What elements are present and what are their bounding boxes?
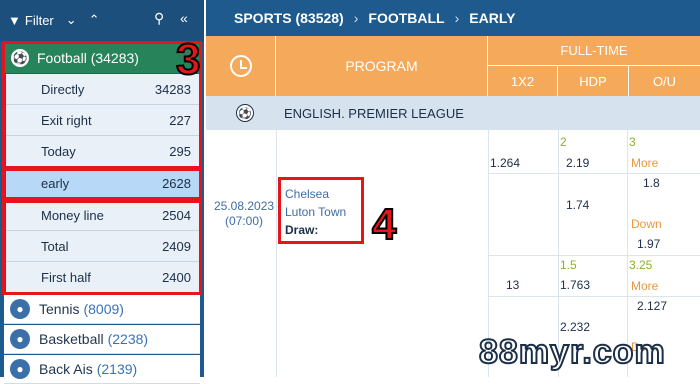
- grid-line: [488, 296, 700, 297]
- breadcrumb-separator: ›: [353, 10, 359, 26]
- filter-button[interactable]: ▼ Filter ⌄ ⌃: [8, 12, 100, 28]
- sidebar-sport-basketball[interactable]: ● Basketball (2238): [4, 325, 200, 354]
- league-row[interactable]: ⚽ ENGLISH. PREMIER LEAGUE: [206, 96, 700, 130]
- program-column-header: PROGRAM: [276, 36, 488, 96]
- filter-icon: ▼: [8, 12, 21, 28]
- breadcrumb-football[interactable]: FOOTBALL: [368, 10, 444, 26]
- breadcrumb-sports[interactable]: SPORTS (83528): [234, 10, 344, 26]
- chevron-down-icon[interactable]: ⌄: [66, 12, 77, 28]
- highlight-box-match: [278, 177, 364, 244]
- watermark: 88myr.com: [478, 332, 666, 372]
- grid-line: [488, 173, 700, 174]
- sidebar: ▼ Filter ⌄ ⌃ ⚲ « ⚽ Football (34283) Dire…: [0, 0, 204, 384]
- sport-label: Back Ais: [39, 361, 93, 377]
- annotation-number-4: 4: [371, 200, 398, 249]
- collapse-icon[interactable]: «: [180, 10, 188, 26]
- odd-ou[interactable]: 2.127: [637, 299, 667, 313]
- highlight-box-early: [2, 168, 202, 200]
- clock-icon: [229, 55, 252, 77]
- ou-label: More: [631, 156, 659, 170]
- odd-hdp[interactable]: 1.74: [566, 198, 589, 212]
- sidebar-sport-back-ais[interactable]: ● Back Ais (2139): [4, 355, 200, 384]
- odds-table-header: PROGRAM FULL-TIME 1X2 HDP O/U: [206, 36, 700, 96]
- highlight-box-top: [2, 41, 202, 169]
- odd-ou[interactable]: 1.97: [637, 237, 660, 251]
- odd-hdp[interactable]: 2.232: [560, 320, 590, 334]
- odd-ou[interactable]: 1.8: [643, 176, 660, 190]
- col-ou-header: O/U: [652, 73, 677, 89]
- ice-hockey-icon: ●: [10, 359, 30, 379]
- breadcrumb-separator: ›: [454, 10, 460, 26]
- odd-hdp[interactable]: 2.19: [566, 156, 589, 170]
- breadcrumb-early: EARLY: [469, 10, 516, 26]
- football-icon: ⚽: [236, 104, 254, 122]
- hdp-line: 1.5: [560, 258, 577, 272]
- tennis-icon: ●: [10, 299, 30, 319]
- sport-count: (8009): [83, 301, 124, 317]
- ou-label: More: [631, 279, 659, 293]
- ou-line: 3.25: [629, 258, 653, 272]
- fulltime-header: FULL-TIME: [488, 36, 700, 66]
- filter-bar: ▼ Filter ⌄ ⌃ ⚲ «: [0, 0, 204, 42]
- sport-count: (2139): [96, 361, 138, 377]
- match-date: 25.08.2023: [214, 199, 275, 213]
- sport-count: (2238): [107, 331, 149, 347]
- sport-label: Tennis: [39, 301, 80, 317]
- odd-1x2-away[interactable]: 13: [506, 278, 519, 292]
- highlight-box-bottom: [2, 200, 202, 295]
- breadcrumb: SPORTS (83528) › FOOTBALL › EARLY: [206, 0, 700, 36]
- grid-line: [488, 255, 700, 256]
- league-name: ENGLISH. PREMIER LEAGUE: [284, 105, 464, 121]
- sidebar-sport-tennis[interactable]: ● Tennis (8009): [4, 295, 200, 324]
- match-time: (07:00): [224, 214, 264, 228]
- match-datetime: 25.08.2023 (07:00): [214, 199, 274, 229]
- search-icon[interactable]: ⚲: [154, 10, 164, 27]
- chevron-up-double-icon[interactable]: ⌃: [89, 12, 100, 28]
- basketball-icon: ●: [10, 329, 30, 349]
- filter-label: Filter: [24, 12, 54, 28]
- odd-hdp[interactable]: 1.763: [560, 278, 590, 292]
- time-column-header: [206, 36, 276, 96]
- hdp-line: 2: [560, 135, 567, 149]
- ou-line: 3: [629, 135, 636, 149]
- odd-1x2-home[interactable]: 1.264: [490, 156, 520, 170]
- sport-label: Basketball: [39, 331, 104, 347]
- annotation-number-3: 3: [175, 35, 202, 84]
- col-hdp-header: HDP: [558, 66, 629, 96]
- grid-line: [276, 130, 277, 377]
- col-1x2-header: 1X2: [488, 66, 558, 96]
- ou-label: Down: [631, 217, 662, 231]
